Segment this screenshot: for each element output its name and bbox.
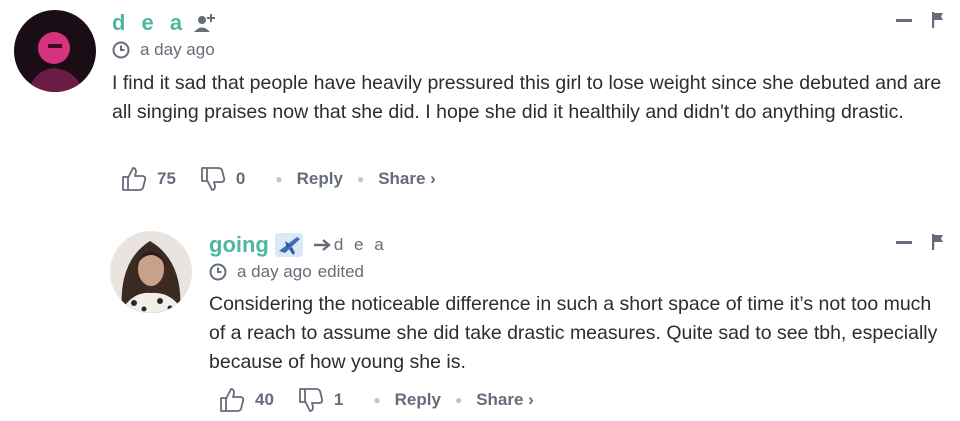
comment-text: I find it sad that people have heavily p… (112, 72, 942, 123)
author-name[interactable]: going (209, 232, 269, 258)
downvote-count: 0 (235, 169, 246, 188)
collapse-icon[interactable] (896, 18, 912, 22)
downvote-button[interactable]: 1 (298, 387, 343, 413)
flag-icon[interactable] (932, 234, 944, 250)
thumbs-down-icon (299, 388, 324, 412)
comment-actions: 75 0 ● Reply ● Share › (121, 166, 436, 192)
airplane-icon (274, 233, 303, 257)
timestamp[interactable]: a day ago (237, 262, 312, 282)
clock-icon (112, 41, 130, 59)
avatar[interactable] (110, 231, 192, 313)
share-button[interactable]: Share › (476, 390, 534, 410)
comment-meta: a day ago (112, 40, 215, 60)
thumbs-up-icon (122, 167, 147, 191)
comment-header: d e a (112, 8, 217, 38)
flag-icon[interactable] (932, 12, 944, 28)
reply-button[interactable]: Reply (395, 390, 441, 410)
reply-button[interactable]: Reply (297, 169, 343, 189)
follow-icon[interactable] (193, 12, 217, 34)
comment: d e a a day ago I find it sad that peopl… (0, 0, 960, 210)
comment-controls (896, 12, 944, 28)
separator-dot: ● (373, 393, 381, 407)
clock-icon (209, 263, 227, 281)
separator-dot: ● (275, 172, 283, 186)
comment-actions: 40 1 ● Reply ● Share › (219, 387, 534, 413)
avatar[interactable] (14, 10, 96, 92)
share-button[interactable]: Share › (378, 169, 436, 189)
separator-dot: ● (356, 172, 365, 186)
reply-to-name: d e a (333, 235, 387, 254)
timestamp[interactable]: a day ago (140, 40, 215, 60)
reply-to[interactable]: d e a (313, 235, 387, 255)
downvote-count: 1 (333, 390, 344, 409)
comment-meta: a day ago edited (209, 262, 364, 282)
edited-label: edited (317, 262, 365, 281)
thumbs-up-icon (220, 388, 245, 412)
upvote-button[interactable]: 40 (219, 387, 274, 413)
collapse-icon[interactable] (896, 240, 912, 244)
reply-arrow-icon (313, 238, 331, 252)
comment-controls (896, 234, 944, 250)
upvote-button[interactable]: 75 (121, 166, 176, 192)
comment-header: going d e a (209, 230, 387, 260)
comment-text: Considering the noticeable difference in… (209, 293, 938, 373)
reply-comment: going d e a a day ago edited Considering… (0, 222, 960, 421)
author-name[interactable]: d e a (112, 10, 187, 36)
separator-dot: ● (454, 393, 463, 407)
thumbs-down-icon (201, 167, 226, 191)
downvote-button[interactable]: 0 (200, 166, 245, 192)
upvote-count: 75 (157, 169, 176, 188)
upvote-count: 40 (255, 390, 274, 409)
